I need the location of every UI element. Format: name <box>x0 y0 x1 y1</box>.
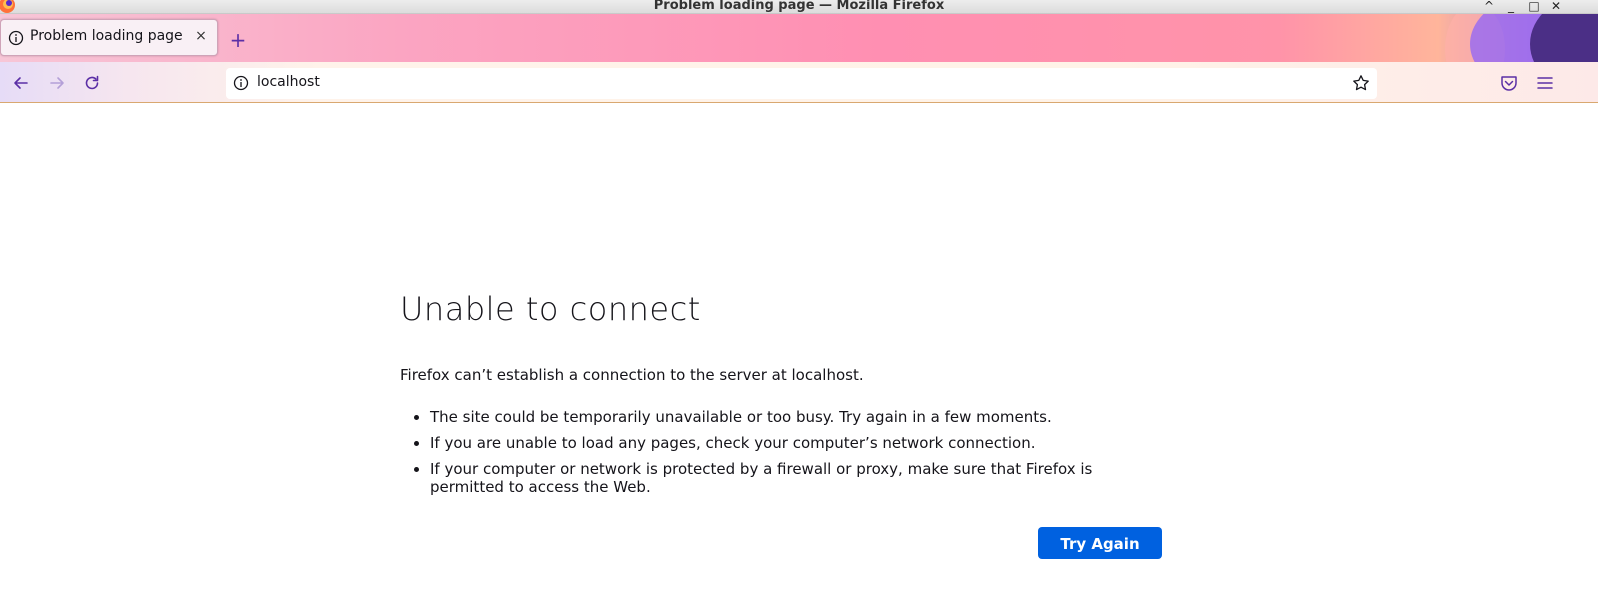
tab-problem-loading-page[interactable]: Problem loading page × <box>0 19 218 56</box>
new-tab-button[interactable]: + <box>228 30 248 51</box>
try-again-button[interactable]: Try Again <box>1038 527 1162 559</box>
theme-decoration <box>1530 14 1598 62</box>
hamburger-menu-icon[interactable] <box>1535 73 1555 93</box>
error-description: Firefox can’t establish a connection to … <box>400 366 864 384</box>
error-page: Unable to connect Firefox can’t establis… <box>400 280 1165 504</box>
list-item: The site could be temporarily unavailabl… <box>430 408 1165 426</box>
reload-icon[interactable] <box>81 72 103 94</box>
window-maximize-button[interactable]: □ <box>1525 0 1543 14</box>
star-icon[interactable] <box>1352 74 1370 92</box>
tab-label: Problem loading page <box>30 28 183 44</box>
url-bar[interactable]: localhost <box>226 68 1377 99</box>
info-icon <box>8 30 24 46</box>
window-shade-button[interactable]: ^ <box>1480 0 1498 14</box>
tab-close-button[interactable]: × <box>192 27 210 45</box>
error-suggestions-list: The site could be temporarily unavailabl… <box>400 408 1165 496</box>
list-item: If your computer or network is protected… <box>430 460 1165 496</box>
navigation-toolbar: localhost <box>0 62 1598 103</box>
forward-arrow-icon <box>50 77 64 89</box>
site-info-icon[interactable] <box>233 75 249 91</box>
window-close-button[interactable]: ✕ <box>1547 0 1565 14</box>
list-item: If you are unable to load any pages, che… <box>430 434 1165 452</box>
url-text[interactable]: localhost <box>257 74 320 90</box>
window-titlebar: Problem loading page — Mozilla Firefox ^… <box>0 0 1598 14</box>
back-arrow-icon[interactable] <box>10 72 32 94</box>
window-minimize-button[interactable]: _ <box>1502 0 1520 14</box>
tab-strip: Problem loading page × + <box>0 14 1598 62</box>
pocket-icon[interactable] <box>1499 73 1519 93</box>
window-title: Problem loading page — Mozilla Firefox <box>653 0 945 13</box>
error-title: Unable to connect <box>400 290 701 328</box>
